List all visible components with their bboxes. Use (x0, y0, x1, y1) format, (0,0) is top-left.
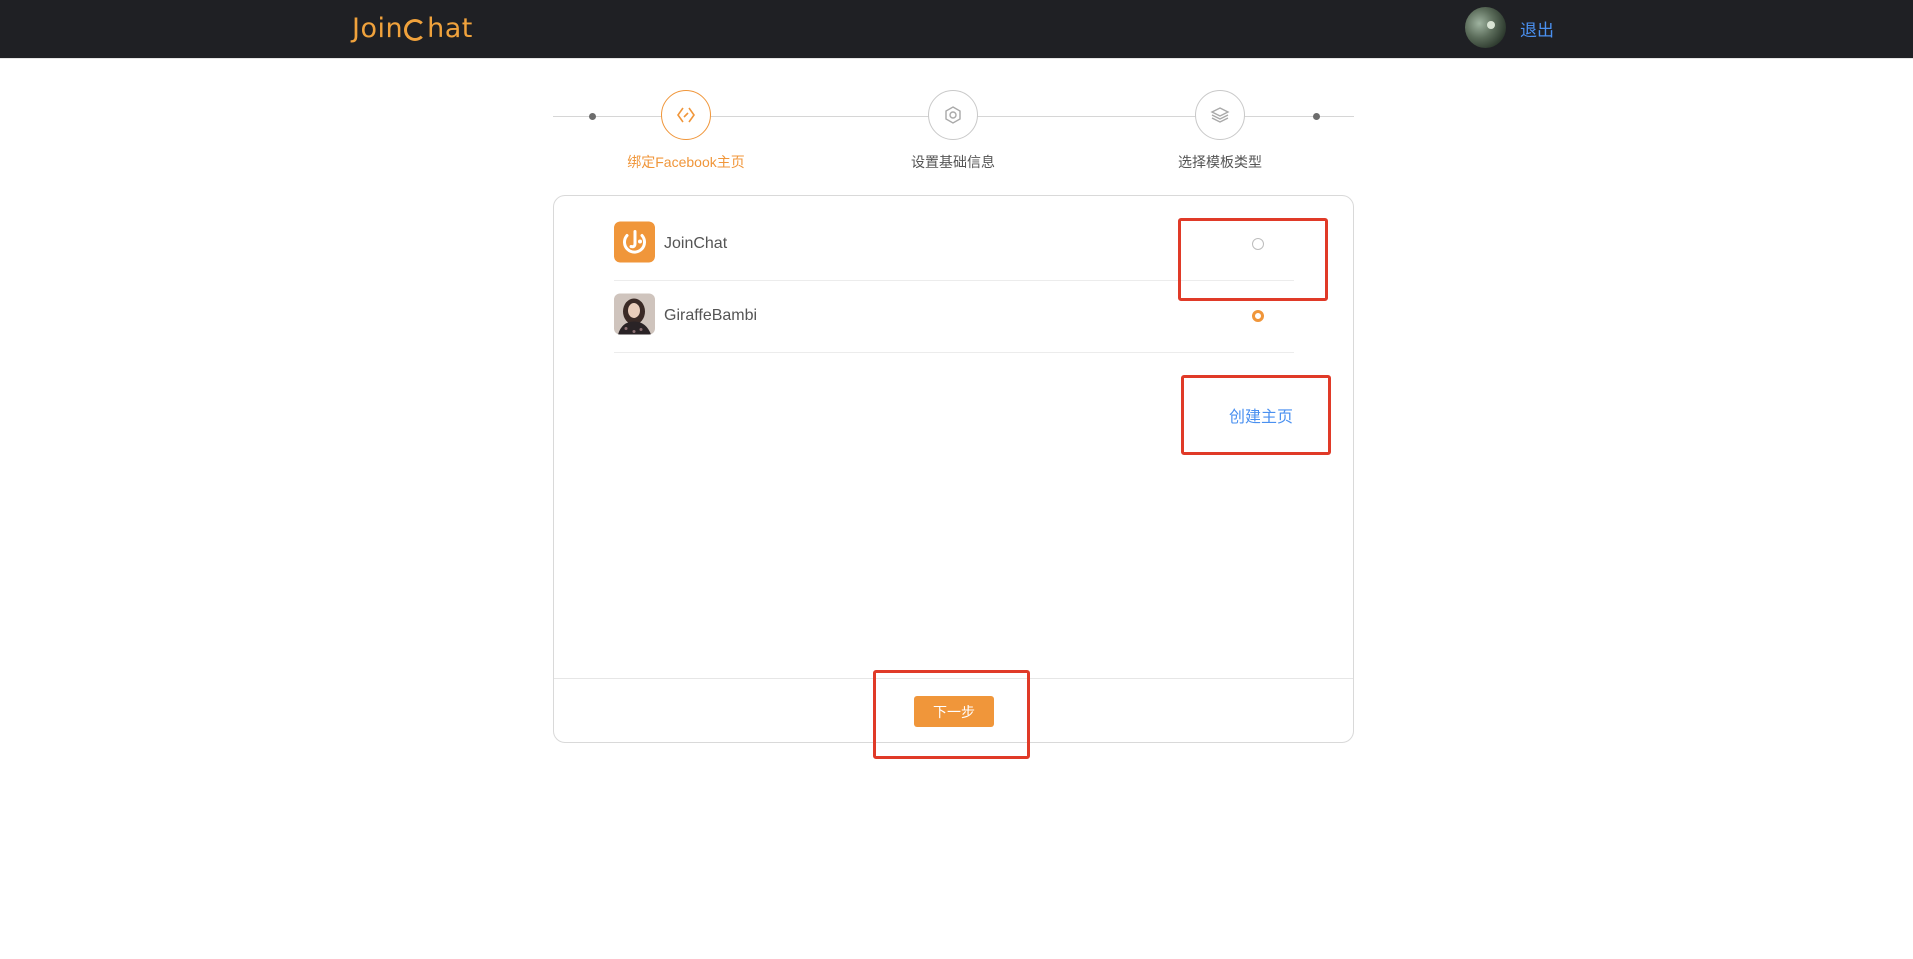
logo-text-pre: Join (352, 13, 404, 44)
footer-divider (554, 678, 1353, 679)
step-label: 绑定Facebook主页 (627, 154, 745, 170)
logo-text-post: hat (427, 13, 473, 44)
steps-end-dot (1313, 113, 1320, 120)
create-page-link[interactable]: 创建主页 (1229, 403, 1293, 427)
progress-steps: 绑定Facebook主页 设置基础信息 选择模板类型 (553, 90, 1354, 180)
step-label: 设置基础信息 (911, 154, 995, 170)
layers-icon (1195, 90, 1245, 140)
link-icon (661, 90, 711, 140)
page-list-item-giraffebambi[interactable]: GiraffeBambi (614, 280, 1294, 353)
page-radio-joinchat[interactable] (1252, 238, 1264, 250)
step-basic-info: 设置基础信息 (883, 90, 1023, 172)
step-label: 选择模板类型 (1178, 154, 1262, 170)
step-bind-facebook: 绑定Facebook主页 (616, 90, 756, 172)
logout-link[interactable]: 退出 (1520, 16, 1554, 41)
logo-c-icon (404, 19, 427, 41)
page-radio-giraffebambi[interactable] (1252, 310, 1264, 322)
step-template-type: 选择模板类型 (1150, 90, 1290, 172)
user-avatar[interactable] (1465, 7, 1506, 48)
steps-start-dot (589, 113, 596, 120)
top-navbar: Join hat 退出 (0, 0, 1913, 59)
profile-photo (614, 293, 655, 335)
page-name: GiraffeBambi (664, 307, 758, 324)
joinchat-logo[interactable]: Join hat (352, 10, 473, 48)
page-select-card: JoinChat GiraffeBambi 创建主页 下一步 (553, 195, 1354, 743)
page-name: JoinChat (664, 235, 728, 252)
next-step-button[interactable]: 下一步 (914, 696, 994, 727)
gear-icon (928, 90, 978, 140)
joinchat-logo-icon (614, 221, 655, 263)
page-list-item-joinchat[interactable]: JoinChat (614, 208, 1294, 281)
